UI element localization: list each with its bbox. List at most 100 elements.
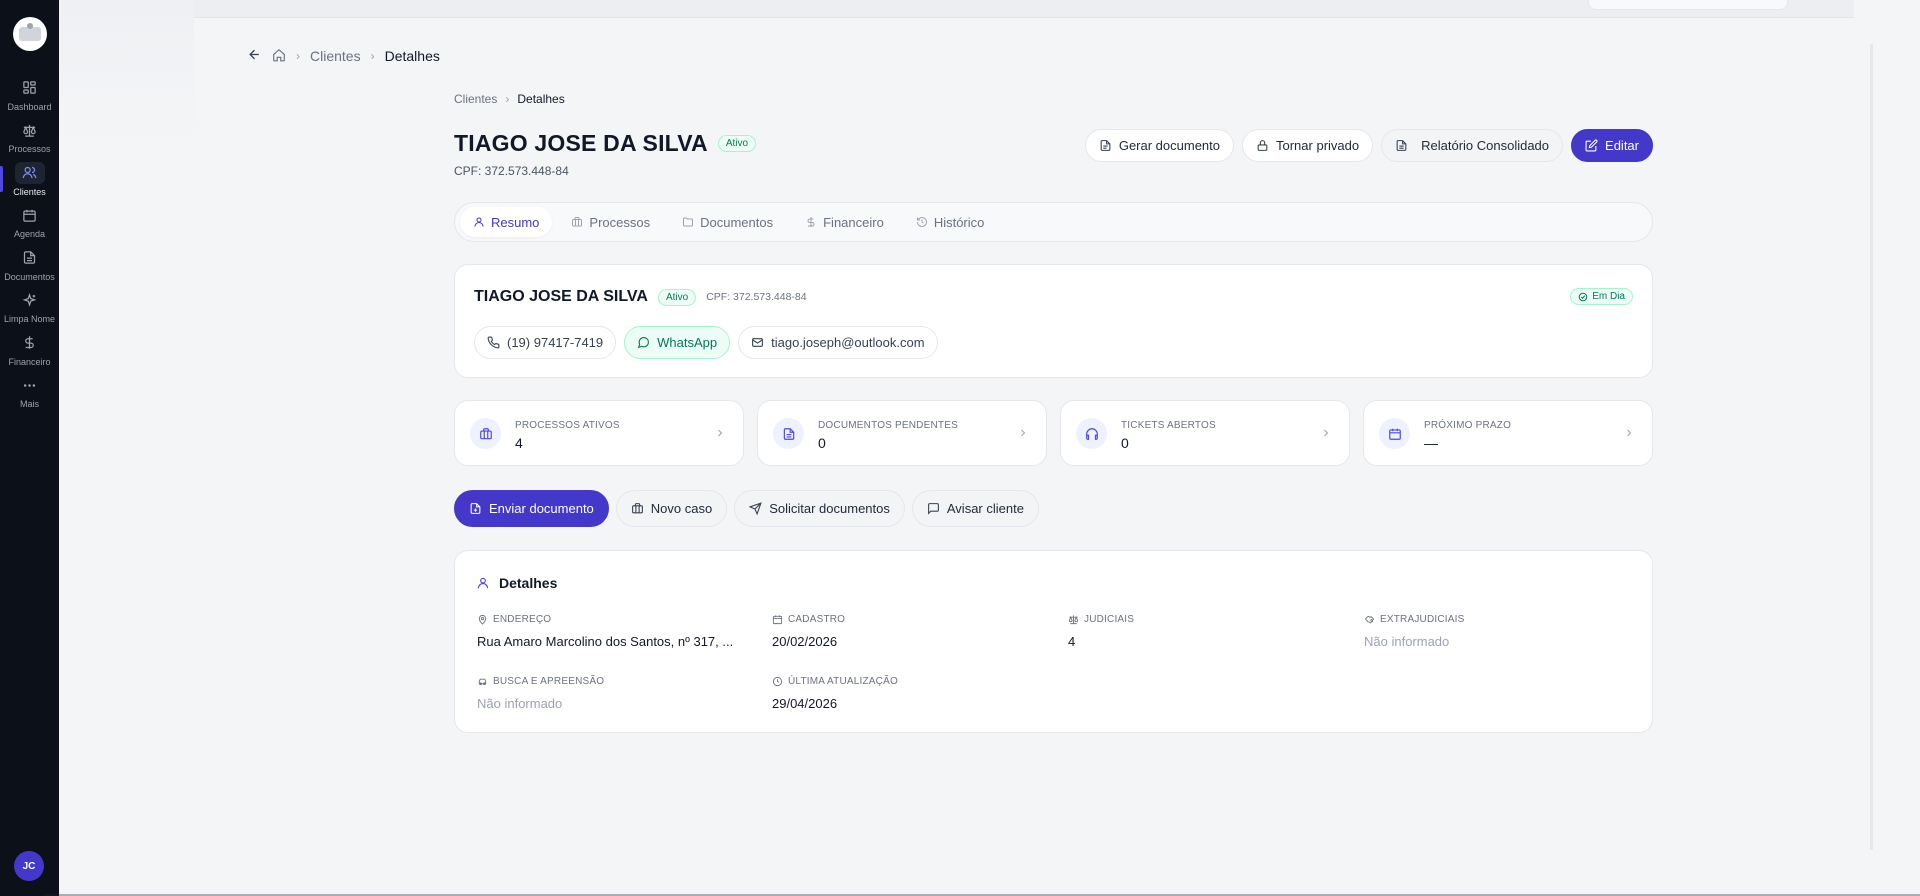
chevron-right-icon	[1021, 429, 1026, 437]
tab-label: Histórico	[933, 214, 985, 230]
scale-icon	[1068, 615, 1079, 625]
clock-icon	[772, 676, 783, 687]
sidebar-item-agenda[interactable]: Agenda	[0, 201, 59, 243]
button-label: Avisar cliente	[946, 501, 1024, 516]
car-icon	[478, 678, 487, 686]
consolidated-report-button[interactable]: Relatório Consolidado	[1381, 129, 1564, 162]
sidebar-nav: Dashboard Processos Clientes Agenda Docu…	[0, 73, 59, 413]
request-documents-button[interactable]: Solicitar documentos	[734, 490, 905, 527]
notify-client-button[interactable]: Avisar cliente	[911, 490, 1039, 527]
scale-icon	[15, 119, 45, 141]
sidebar-item-processos[interactable]: Processos	[0, 116, 59, 158]
stat-proximo-prazo[interactable]: PRÓXIMO PRAZO —	[1363, 400, 1653, 466]
home-icon[interactable]	[272, 48, 286, 65]
headphones-icon	[1076, 418, 1107, 449]
dashboard-icon	[15, 77, 45, 99]
sidebar-item-label: Clientes	[13, 186, 46, 197]
sidebar: Dashboard Processos Clientes Agenda Docu…	[0, 0, 59, 896]
generate-document-button[interactable]: Gerar documento	[1084, 129, 1234, 162]
tab-bar: Resumo Processos Documentos Financeiro H…	[454, 202, 1653, 242]
folder-icon	[683, 217, 694, 227]
field-value: 20/02/2026	[772, 634, 838, 649]
phone-icon	[487, 336, 500, 349]
button-label: Gerar documento	[1118, 138, 1220, 153]
sidebar-item-dashboard[interactable]: Dashboard	[0, 73, 59, 115]
sidebar-item-label: Processos	[8, 144, 51, 154]
sidebar-item-limpa-nome[interactable]: Limpa Nome	[0, 286, 59, 328]
message-square-icon	[927, 503, 939, 515]
app-logo[interactable]	[12, 17, 47, 51]
client-summary-card: TIAGO JOSE DA SILVA Ativo CPF: 372.573.4…	[454, 264, 1653, 378]
chevron-right-icon: ›	[370, 49, 375, 63]
field-busca-apreensao: BUSCA E APREENSÃO Não informado	[477, 676, 757, 711]
stat-processos-ativos[interactable]: PROCESSOS ATIVOS 4	[454, 400, 744, 466]
stat-label: PRÓXIMO PRAZO	[1424, 420, 1512, 431]
field-label: ÚLTIMA ATUALIZAÇÃO	[788, 676, 898, 687]
stat-documentos-pendentes[interactable]: DOCUMENTOS PENDENTES 0	[757, 400, 1047, 466]
make-private-button[interactable]: Tornar privado	[1242, 129, 1374, 162]
field-value: 29/04/2026	[772, 696, 838, 711]
field-value: 4	[1068, 634, 1076, 649]
map-pin-icon	[478, 614, 487, 625]
tab-processos[interactable]: Processos	[558, 207, 663, 237]
email-chip[interactable]: tiago.joseph@outlook.com	[738, 326, 938, 359]
breadcrumb-link-clientes[interactable]: Clientes	[310, 48, 361, 64]
tab-documentos[interactable]: Documentos	[669, 207, 786, 237]
status-badge: Ativo	[717, 135, 757, 152]
button-label: Editar	[1605, 138, 1639, 153]
details-title: Detalhes	[499, 575, 558, 591]
button-label: Enviar documento	[489, 501, 594, 516]
sidebar-item-label: Agenda	[13, 229, 46, 239]
scrollbar[interactable]	[1870, 44, 1873, 850]
button-label: Relatório Consolidado	[1421, 138, 1550, 153]
stat-tickets-abertos[interactable]: TICKETS ABERTOS 0	[1060, 400, 1350, 466]
sidebar-item-financeiro[interactable]: Financeiro	[0, 328, 59, 370]
field-label: CADASTRO	[788, 614, 846, 625]
field-label-row: ÚLTIMA ATUALIZAÇÃO	[772, 676, 1052, 687]
payment-status-label: Em Dia	[1592, 291, 1625, 302]
user-icon	[474, 217, 484, 227]
edit-button[interactable]: Editar	[1571, 129, 1653, 162]
chevron-right-icon: ›	[505, 92, 510, 106]
whatsapp-label: WhatsApp	[657, 335, 718, 350]
briefcase-icon	[631, 503, 643, 514]
chevron-right-icon	[1324, 429, 1329, 437]
check-circle-icon	[1578, 292, 1588, 301]
field-endereco: ENDEREÇO Rua Amaro Marcolino dos Santos,…	[477, 614, 757, 649]
button-label: Tornar privado	[1276, 138, 1360, 153]
whatsapp-chip[interactable]: WhatsApp	[624, 326, 731, 359]
field-label-row: EXTRAJUDICIAIS	[1364, 614, 1644, 625]
status-badge: Ativo	[657, 288, 697, 306]
field-label-row: JUDICIAIS	[1068, 614, 1348, 625]
chevron-right-icon	[718, 429, 723, 437]
new-case-button[interactable]: Novo caso	[615, 490, 728, 527]
top-search-pill[interactable]	[1588, 0, 1788, 10]
stat-label: PROCESSOS ATIVOS	[515, 420, 620, 431]
field-value: Não informado	[1364, 634, 1450, 649]
details-header: Detalhes	[476, 575, 557, 591]
user-icon	[477, 577, 489, 589]
more-icon	[15, 374, 45, 396]
breadcrumb-link-clientes[interactable]: Clientes	[454, 92, 497, 106]
dollar-icon	[807, 217, 815, 227]
contact-chips: (19) 97417-7419 WhatsApp tiago.joseph@ou…	[474, 326, 938, 359]
tab-historico[interactable]: Histórico	[903, 207, 998, 237]
tab-label: Documentos	[700, 214, 774, 230]
back-arrow-icon[interactable]	[247, 47, 262, 65]
phone-chip[interactable]: (19) 97417-7419	[474, 326, 617, 359]
breadcrumb: Clientes › Detalhes	[454, 92, 565, 106]
page-header: TIAGO JOSE DA SILVA Ativo	[454, 130, 757, 157]
field-cadastro: CADASTRO 20/02/2026	[772, 614, 1052, 649]
top-breadcrumb: › Clientes › Detalhes	[247, 47, 440, 65]
tab-resumo[interactable]: Resumo	[460, 207, 553, 237]
breadcrumb-current: Detalhes	[384, 48, 440, 64]
tab-label: Financeiro	[823, 214, 884, 230]
send-document-button[interactable]: Enviar documento	[454, 490, 609, 527]
user-avatar[interactable]: JC	[14, 851, 44, 881]
tab-financeiro[interactable]: Financeiro	[792, 207, 897, 237]
button-label: Solicitar documentos	[769, 501, 890, 516]
send-icon	[749, 502, 763, 515]
sidebar-item-clientes[interactable]: Clientes	[0, 158, 59, 200]
sidebar-item-documentos[interactable]: Documentos	[0, 243, 59, 285]
sidebar-item-mais[interactable]: Mais	[0, 371, 59, 413]
